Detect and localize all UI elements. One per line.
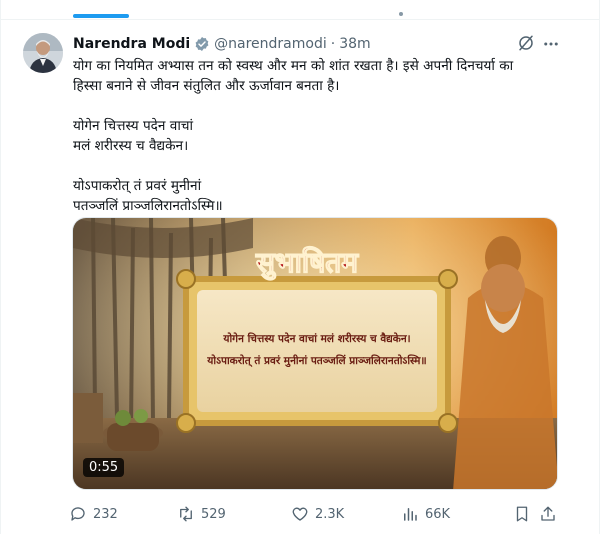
verified-badge-icon bbox=[194, 36, 210, 52]
timestamp[interactable]: 38m bbox=[339, 36, 370, 52]
repost-icon bbox=[180, 506, 192, 522]
share-icon bbox=[541, 506, 555, 521]
repost-button[interactable]: 529 bbox=[177, 503, 226, 525]
heart-icon bbox=[292, 507, 308, 521]
share-button[interactable] bbox=[539, 503, 557, 525]
tweet-line: योगेन चित्तस्य पदेन वाचां bbox=[73, 118, 193, 134]
views-count: 66K bbox=[425, 506, 451, 522]
bookmark-icon bbox=[516, 506, 528, 522]
media-title: सुभाषितम bbox=[255, 246, 359, 280]
author-name[interactable]: Narendra Modi bbox=[73, 36, 190, 52]
media-verse-line-1: योगेन चित्तस्य पदेन वाचां मलं शरीरस्य च … bbox=[222, 332, 410, 345]
reply-button[interactable]: 232 bbox=[69, 503, 118, 525]
timeline-column: Narendra Modi @narendramodi · 38m योग का… bbox=[0, 0, 600, 534]
like-button[interactable]: 2.3K bbox=[291, 503, 344, 525]
more-options-icon[interactable] bbox=[542, 35, 560, 53]
avatar-image bbox=[23, 33, 63, 73]
author-handle[interactable]: @narendramodi bbox=[214, 36, 327, 52]
like-count: 2.3K bbox=[315, 506, 345, 522]
video-duration: 0:55 bbox=[83, 458, 125, 477]
tweet-header: Narendra Modi @narendramodi · 38m bbox=[73, 34, 371, 54]
tweet-actions: 232 529 2.3K 66K bbox=[69, 503, 569, 525]
tweet-line: मलं शरीरस्य च वैद्यकेन। bbox=[73, 138, 189, 154]
tweet-text: योग का नियमित अभ्यास तन को स्वस्थ और मन … bbox=[73, 56, 553, 216]
tweet-line: पतञ्जलिं प्राञ्जलिरानतोऽस्मि॥ bbox=[73, 198, 223, 214]
grok-icon[interactable] bbox=[517, 34, 535, 52]
views-chart-icon bbox=[404, 508, 417, 521]
repost-count: 529 bbox=[201, 506, 226, 522]
tweet-line: योऽपाकरोत् तं प्रवरं मुनीनां bbox=[73, 178, 202, 194]
reply-icon bbox=[71, 507, 85, 521]
top-tabs bbox=[1, 0, 600, 20]
video-thumbnail: सुभाषितम योगेन चित्तस्य पदेन वाचां मलं श… bbox=[73, 218, 557, 489]
bookmark-button[interactable] bbox=[513, 503, 531, 525]
views-button[interactable]: 66K bbox=[401, 503, 450, 525]
reply-count: 232 bbox=[93, 506, 118, 522]
avatar[interactable] bbox=[23, 33, 63, 73]
tab-dot bbox=[399, 12, 403, 16]
active-tab-indicator bbox=[73, 14, 129, 18]
tweet-line: योग का नियमित अभ्यास तन को स्वस्थ और मन … bbox=[73, 58, 514, 74]
media-verse-line-2: योऽपाकरोत् तं प्रवरं मुनीनां पतञ्जलिं प्… bbox=[206, 354, 426, 368]
header-separator: · bbox=[330, 36, 336, 52]
tweet-line: हिस्सा बनाने से जीवन संतुलित और ऊर्जावान… bbox=[73, 78, 340, 94]
video-player[interactable]: सुभाषितम योगेन चित्तस्य पदेन वाचां मलं श… bbox=[72, 217, 558, 490]
